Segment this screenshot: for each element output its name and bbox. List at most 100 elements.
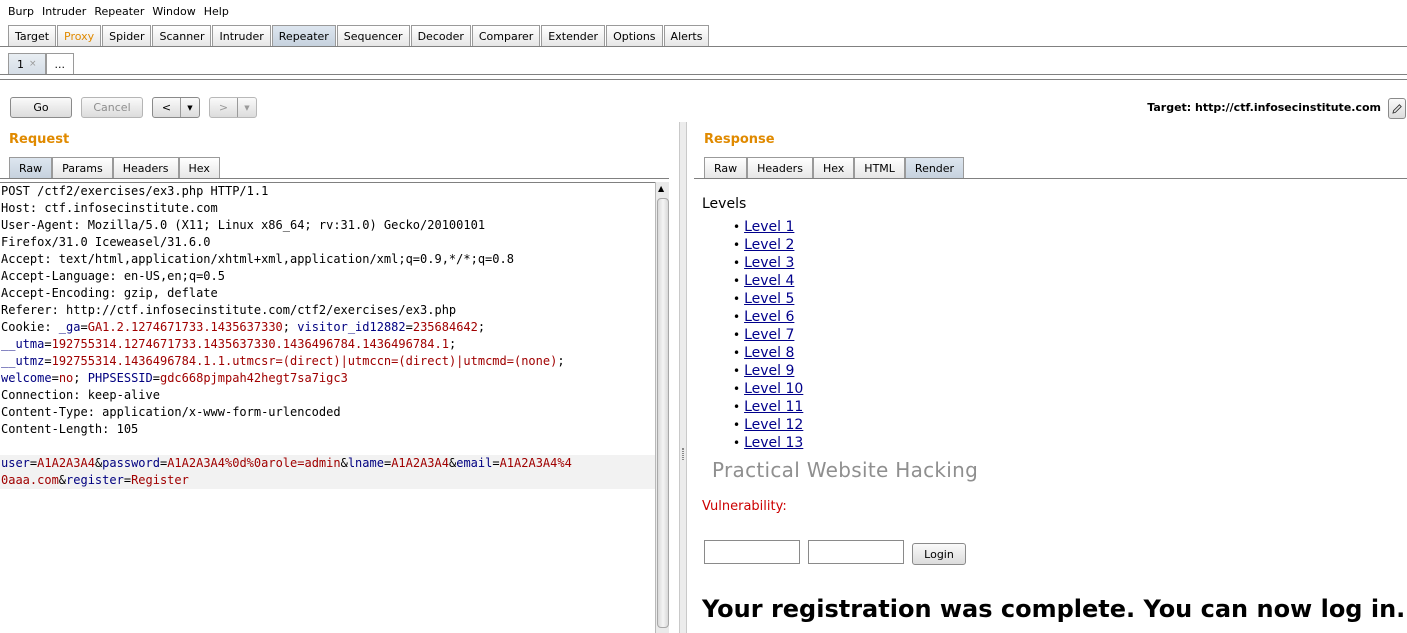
chevron-down-icon[interactable]: ▼: [238, 98, 256, 117]
tab-decoder[interactable]: Decoder: [410, 25, 471, 46]
level-link-1[interactable]: Level 1: [744, 219, 794, 235]
level-link-2[interactable]: Level 2: [744, 237, 794, 253]
menu-item-burp[interactable]: Burp: [8, 5, 34, 18]
scrollbar-thumb[interactable]: [657, 198, 669, 628]
list-item: Level 6: [733, 308, 803, 326]
request-text: =: [44, 354, 52, 368]
tab-scanner[interactable]: Scanner: [152, 25, 212, 46]
tab-options[interactable]: Options: [606, 25, 663, 46]
request-tab-headers[interactable]: Headers: [112, 157, 179, 178]
param-value: 192755314.1436496784.1.1.utmcsr=(direct)…: [51, 354, 558, 368]
splitter-grip-icon[interactable]: [682, 448, 684, 460]
level-link-3[interactable]: Level 3: [744, 255, 794, 271]
request-text: Content-Length: 105: [1, 422, 139, 436]
response-title: Response: [704, 132, 775, 147]
close-icon[interactable]: ×: [29, 59, 37, 69]
request-text: =: [152, 371, 160, 385]
response-tab-hex[interactable]: Hex: [812, 157, 855, 178]
param-name: _ga: [58, 320, 81, 334]
request-text: &: [340, 456, 348, 470]
back-arrow-icon: <: [153, 98, 181, 117]
request-text: Content-Type: application/x-www-form-url…: [1, 405, 341, 419]
repeater-tab-label: 1: [17, 57, 24, 71]
request-tab-raw[interactable]: Raw: [9, 157, 53, 178]
request-text: =: [405, 320, 413, 334]
response-tab-html[interactable]: HTML: [854, 157, 905, 178]
request-text: User-Agent: Mozilla/5.0 (X11; Linux x86_…: [1, 218, 486, 232]
request-line: Firefox/31.0 Iceweasel/31.6.0: [0, 234, 655, 251]
pencil-icon: [1392, 103, 1402, 114]
menu-item-intruder[interactable]: Intruder: [42, 5, 86, 18]
tab-repeater[interactable]: Repeater: [271, 25, 336, 46]
vulnerability-label: Vulnerability:: [702, 499, 787, 514]
request-tab-params[interactable]: Params: [52, 157, 113, 178]
new-tab-button[interactable]: ...: [45, 53, 75, 74]
go-button[interactable]: Go: [10, 97, 72, 118]
request-scrollbar[interactable]: ▲: [655, 182, 669, 633]
request-text: ;: [448, 337, 457, 351]
target-label: Target: http://ctf.infosecinstitute.com: [1147, 101, 1381, 114]
request-text: Accept: text/html,application/xhtml+xml,…: [1, 252, 514, 266]
param-value: 235684642: [412, 320, 478, 334]
request-line: Cookie: _ga=GA1.2.1274671733.1435637330;…: [0, 319, 655, 336]
tab-target[interactable]: Target: [8, 25, 57, 46]
request-title: Request: [9, 132, 70, 147]
param-value: Register: [131, 473, 189, 487]
request-tab-hex[interactable]: Hex: [178, 157, 220, 178]
level-link-10[interactable]: Level 10: [744, 381, 803, 397]
request-text: Referer: http://ctf.infosecinstitute.com…: [1, 303, 457, 317]
menu-bar: Burp Intruder Repeater Window Help: [0, 0, 1407, 22]
tab-sequencer[interactable]: Sequencer: [336, 25, 410, 46]
tab-extender[interactable]: Extender: [541, 25, 606, 46]
list-item: Level 8: [733, 344, 803, 362]
chevron-down-icon[interactable]: ▼: [181, 98, 199, 117]
menu-item-window[interactable]: Window: [152, 5, 195, 18]
request-editor[interactable]: POST /ctf2/exercises/ex3.php HTTP/1.1 Hos…: [0, 182, 655, 633]
level-link-7[interactable]: Level 7: [744, 327, 794, 343]
request-line: __utmz=192755314.1436496784.1.1.utmcsr=(…: [0, 353, 655, 370]
param-value: GA1.2.1274671733.1435637330: [87, 320, 283, 334]
forward-button[interactable]: > ▼: [209, 97, 257, 118]
tab-spider[interactable]: Spider: [102, 25, 152, 46]
param-name: welcome: [1, 371, 52, 385]
login-button[interactable]: Login: [912, 543, 966, 565]
request-line: Content-Type: application/x-www-form-url…: [0, 404, 655, 421]
level-link-12[interactable]: Level 12: [744, 417, 803, 433]
pane-splitter[interactable]: [679, 122, 687, 633]
menu-item-repeater[interactable]: Repeater: [94, 5, 144, 18]
scroll-up-icon[interactable]: ▲: [658, 184, 664, 193]
registration-message: Your registration was complete. You can …: [702, 595, 1406, 623]
request-line: __utma=192755314.1274671733.1435637330.1…: [0, 336, 655, 353]
edit-target-button[interactable]: [1388, 98, 1406, 119]
list-item: Level 5: [733, 290, 803, 308]
level-link-8[interactable]: Level 8: [744, 345, 794, 361]
tab-intruder[interactable]: Intruder: [212, 25, 271, 46]
response-tab-headers[interactable]: Headers: [747, 157, 813, 178]
response-tab-render[interactable]: Render: [904, 157, 965, 178]
password-input[interactable]: [808, 540, 904, 564]
param-value: no: [58, 371, 74, 385]
param-name: password: [102, 456, 160, 470]
param-name: email: [456, 456, 493, 470]
cancel-button[interactable]: Cancel: [81, 97, 143, 118]
level-link-4[interactable]: Level 4: [744, 273, 794, 289]
menu-item-help[interactable]: Help: [204, 5, 229, 18]
back-button[interactable]: < ▼: [152, 97, 200, 118]
level-link-6[interactable]: Level 6: [744, 309, 794, 325]
main-tab-bar: Target Proxy Spider Scanner Intruder Repeater…: [0, 25, 1407, 47]
request-text: Accept-Language: en-US,en;q=0.5: [1, 269, 225, 283]
response-tab-raw[interactable]: Raw: [704, 157, 748, 178]
tab-alerts[interactable]: Alerts: [663, 25, 710, 46]
request-line: POST /ctf2/exercises/ex3.php HTTP/1.1: [0, 183, 655, 200]
list-item: Level 2: [733, 236, 803, 254]
level-link-5[interactable]: Level 5: [744, 291, 794, 307]
level-link-13[interactable]: Level 13: [744, 435, 803, 451]
request-text: Accept-Encoding: gzip, deflate: [1, 286, 218, 300]
username-input[interactable]: [704, 540, 800, 564]
tab-proxy[interactable]: Proxy: [57, 25, 102, 46]
level-link-9[interactable]: Level 9: [744, 363, 794, 379]
list-item: Level 12: [733, 416, 803, 434]
level-link-11[interactable]: Level 11: [744, 399, 803, 415]
repeater-tab-1[interactable]: 1 ×: [8, 53, 46, 74]
tab-comparer[interactable]: Comparer: [471, 25, 541, 46]
